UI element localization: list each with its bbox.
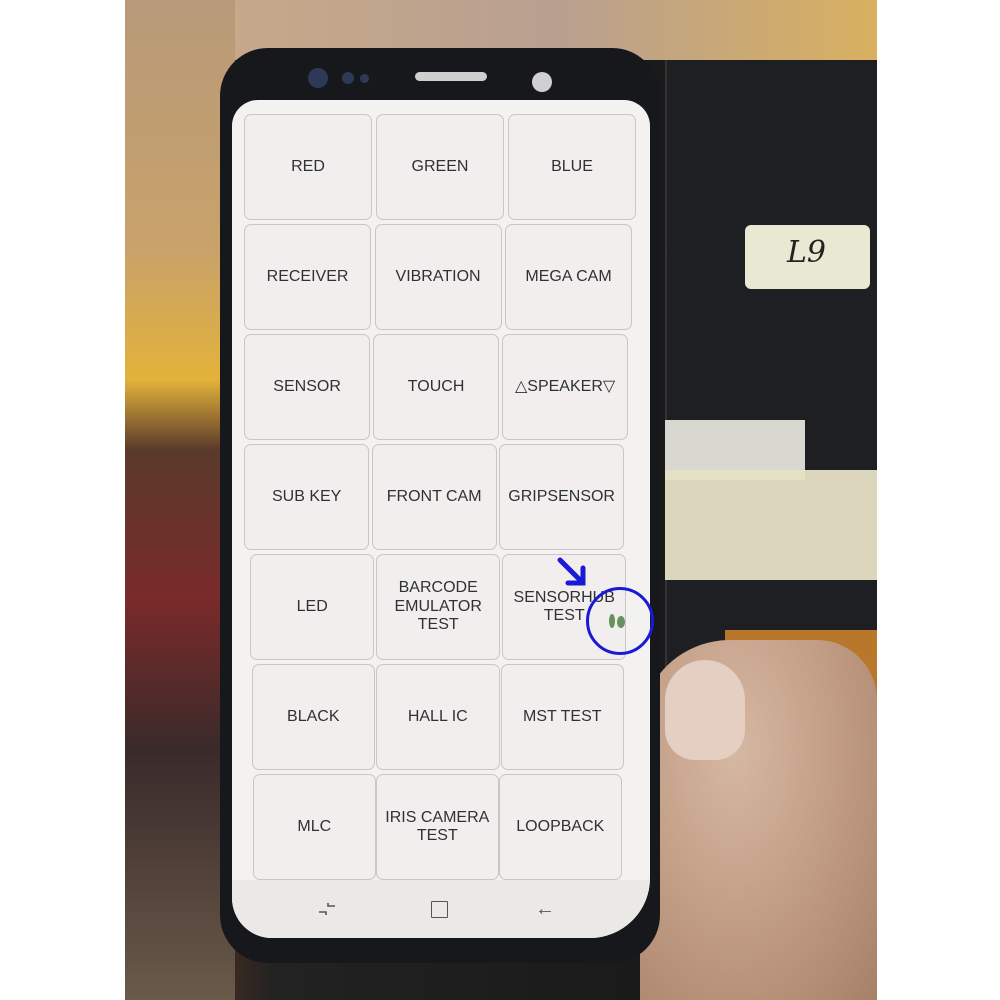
test-button-loopback[interactable]: LOOPBACK: [499, 774, 622, 880]
test-button-barcode-emulator-test[interactable]: BARCODE EMULATOR TEST: [376, 554, 501, 660]
sticker-text: L9: [787, 235, 827, 270]
test-button-gripsensor[interactable]: GRIPSENSOR: [499, 444, 625, 550]
top-bezel: [220, 48, 660, 103]
annotation-arrow-icon: [557, 557, 586, 586]
photo-background: L9 RED GREEN BLUE RECEIVER VIBRATION MEGA CAM…: [125, 0, 877, 1000]
screen: RED GREEN BLUE RECEIVER VIBRATION MEGA CAM SEN…: [232, 100, 650, 938]
test-button-hall-ic[interactable]: HALL IC: [376, 664, 500, 770]
tape-strip: [665, 470, 877, 580]
background-clutter: [125, 0, 235, 1000]
test-button-blue[interactable]: BLUE: [508, 114, 636, 220]
test-button-touch[interactable]: TOUCH: [373, 334, 500, 440]
test-button-green[interactable]: GREEN: [376, 114, 504, 220]
test-button-mega-cam[interactable]: MEGA CAM: [505, 224, 633, 330]
back-button[interactable]: ←: [530, 894, 560, 924]
test-button-mlc[interactable]: MLC: [253, 774, 376, 880]
front-camera-icon: [532, 72, 552, 92]
test-button-receiver[interactable]: RECEIVER: [244, 224, 372, 330]
light-sensor-icon: [360, 74, 369, 83]
test-button-red[interactable]: RED: [244, 114, 372, 220]
back-icon: ←: [535, 897, 555, 920]
test-button-mst-test[interactable]: MST TEST: [500, 664, 624, 770]
test-menu-grid: RED GREEN BLUE RECEIVER VIBRATION MEGA CAM SEN…: [244, 114, 642, 884]
test-button-speaker[interactable]: △SPEAKER▽: [502, 334, 629, 440]
iris-sensor-icon: [308, 68, 328, 88]
home-icon: [430, 900, 448, 918]
phone: RED GREEN BLUE RECEIVER VIBRATION MEGA CAM SEN…: [220, 48, 660, 963]
recents-icon: [319, 903, 335, 915]
annotation-circle: [586, 587, 654, 655]
navigation-bar: ←: [232, 880, 650, 938]
test-button-front-cam[interactable]: FRONT CAM: [371, 444, 497, 550]
label-sticker: L9: [745, 225, 870, 289]
test-button-vibration[interactable]: VIBRATION: [374, 224, 502, 330]
proximity-sensor-icon: [342, 72, 354, 84]
recents-button[interactable]: [312, 894, 342, 924]
test-button-sub-key[interactable]: SUB KEY: [244, 444, 370, 550]
test-button-iris-camera-test[interactable]: IRIS CAMERA TEST: [376, 774, 499, 880]
test-button-sensor[interactable]: SENSOR: [244, 334, 371, 440]
home-button[interactable]: [424, 894, 454, 924]
thumbnail: [665, 660, 745, 760]
earpiece-speaker: [415, 72, 487, 81]
test-button-black[interactable]: BLACK: [251, 664, 375, 770]
test-button-led[interactable]: LED: [250, 554, 375, 660]
